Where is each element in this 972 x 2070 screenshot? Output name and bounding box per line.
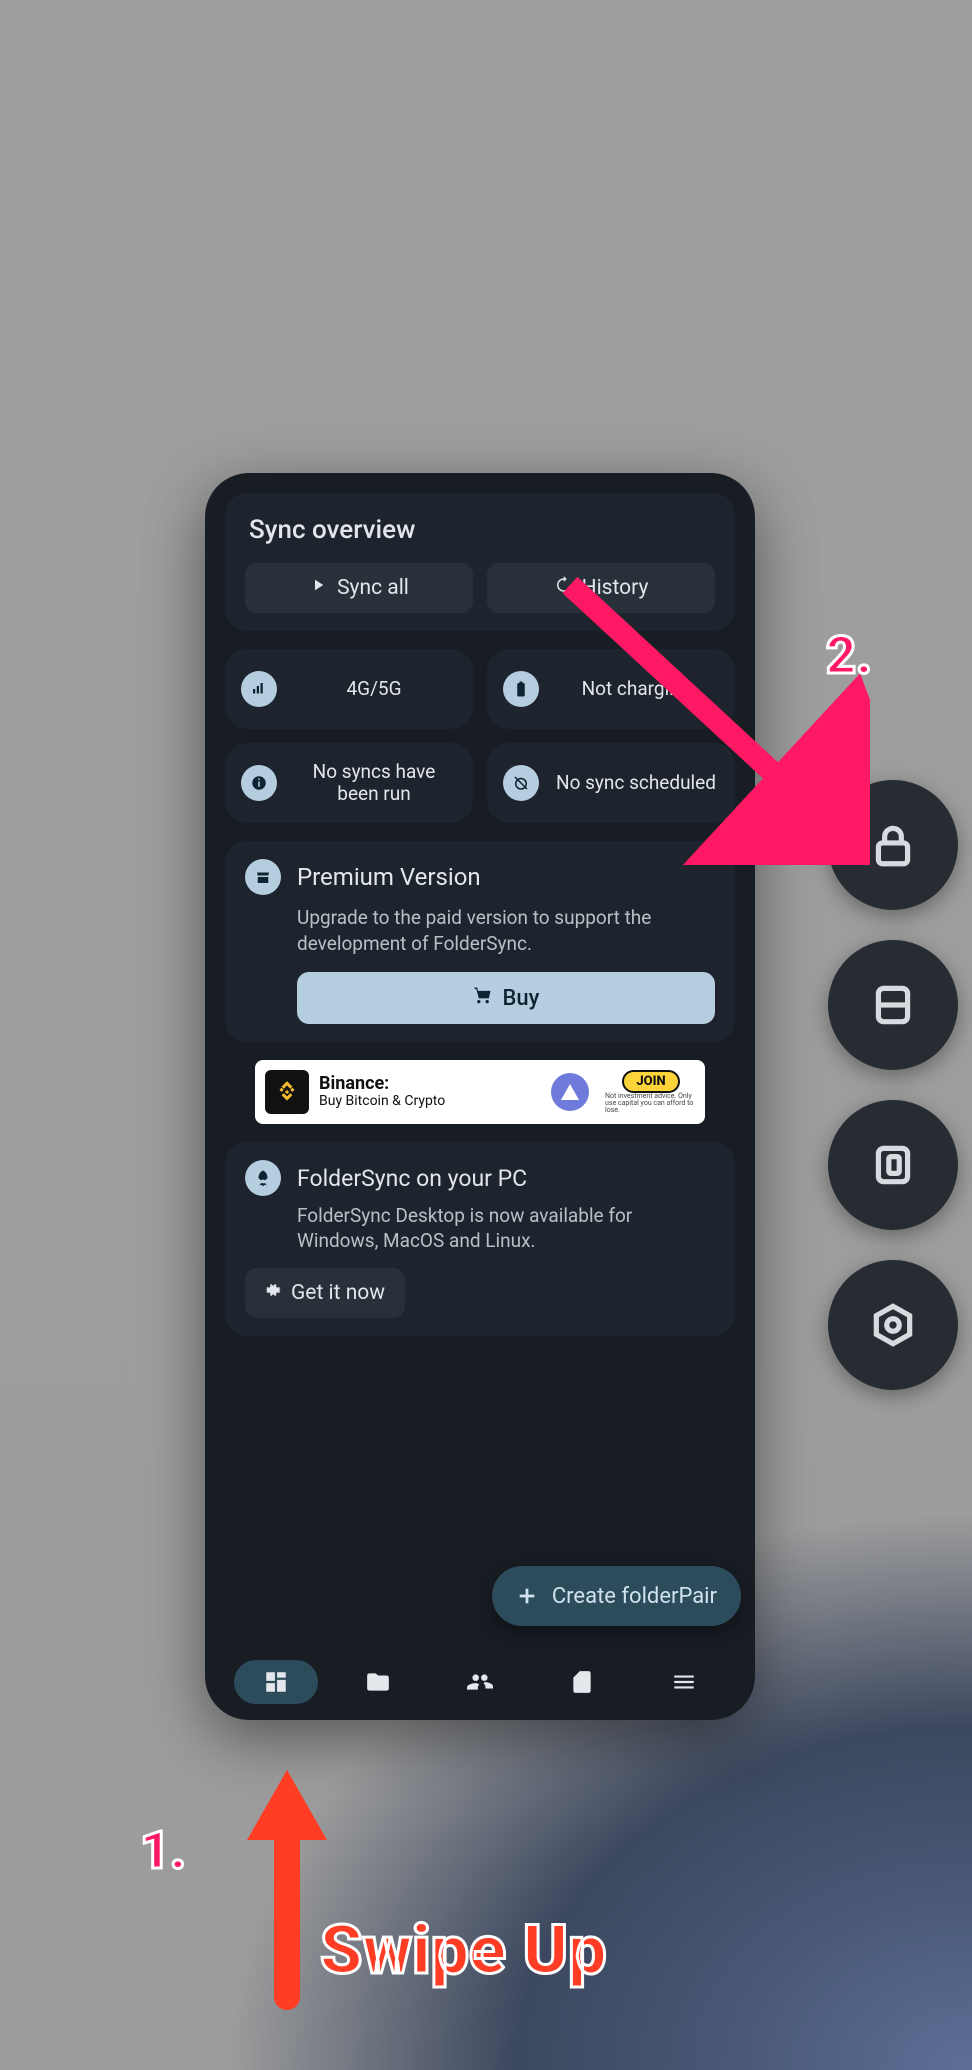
buy-label: Buy xyxy=(503,986,540,1011)
store-icon xyxy=(245,859,281,895)
annotation-swipe-arrow xyxy=(252,1770,322,2010)
nav-storage[interactable] xyxy=(540,1660,624,1704)
settings-button[interactable] xyxy=(828,1260,958,1390)
sync-all-button[interactable]: Sync all xyxy=(245,563,473,613)
nav-accounts[interactable] xyxy=(438,1660,522,1704)
fab-label: Create folderPair xyxy=(552,1584,717,1609)
nav-dashboard[interactable] xyxy=(234,1660,318,1704)
get-it-button[interactable]: Get it now xyxy=(245,1268,405,1318)
status-syncs: No syncs have been run xyxy=(225,743,473,823)
ethereum-icon xyxy=(551,1073,589,1111)
pc-card: FolderSync on your PC FolderSync Desktop… xyxy=(225,1142,735,1335)
annotation-step1: 1. xyxy=(140,1820,186,1881)
battery-icon xyxy=(503,671,539,707)
gear-icon xyxy=(265,1281,283,1305)
rocket-icon xyxy=(245,1160,281,1196)
lock-icon xyxy=(868,820,918,870)
signal-icon xyxy=(241,671,277,707)
nav-menu[interactable] xyxy=(642,1660,726,1704)
premium-body: Upgrade to the paid version to support t… xyxy=(297,905,715,956)
ad-cta[interactable]: JOIN xyxy=(622,1070,679,1093)
menu-icon xyxy=(671,1669,697,1695)
status-network-text: 4G/5G xyxy=(291,678,457,700)
cart-icon xyxy=(473,985,493,1011)
split-screen-icon xyxy=(868,980,918,1030)
dashboard-icon xyxy=(263,1669,289,1695)
annotation-arrow-to-lock xyxy=(560,575,870,865)
pc-body: FolderSync Desktop is now available for … xyxy=(297,1204,715,1253)
card-title: Sync overview xyxy=(249,515,715,545)
premium-title: Premium Version xyxy=(297,863,481,891)
status-syncs-text: No syncs have been run xyxy=(291,761,457,805)
create-folderpair-fab[interactable]: Create folderPair xyxy=(492,1566,741,1626)
pc-title: FolderSync on your PC xyxy=(297,1165,527,1192)
recents-side-actions xyxy=(828,780,958,1390)
ad-fineprint: Not investment advice. Only use capital … xyxy=(605,1093,695,1115)
premium-card: Premium Version Upgrade to the paid vers… xyxy=(225,841,735,1042)
ad-banner[interactable]: Binance: Buy Bitcoin & Crypto JOIN Not i… xyxy=(255,1060,705,1124)
annotation-step2: 2. xyxy=(826,625,872,686)
popup-window-button[interactable] xyxy=(828,1100,958,1230)
annotation-swipe-label: Swipe Up xyxy=(320,1910,606,1990)
buy-button[interactable]: Buy xyxy=(297,972,715,1024)
popup-window-icon xyxy=(868,1140,918,1190)
ad-title: Binance: xyxy=(319,1075,445,1094)
bottom-nav xyxy=(225,1644,735,1720)
alarm-off-icon xyxy=(503,765,539,801)
play-icon xyxy=(309,576,327,600)
ad-subtitle: Buy Bitcoin & Crypto xyxy=(319,1094,445,1109)
get-it-label: Get it now xyxy=(291,1281,385,1305)
hex-settings-icon xyxy=(868,1300,918,1350)
binance-icon xyxy=(265,1070,309,1114)
info-icon xyxy=(241,765,277,801)
ad-text: Binance: Buy Bitcoin & Crypto xyxy=(319,1075,445,1109)
split-screen-button[interactable] xyxy=(828,940,958,1070)
sync-all-label: Sync all xyxy=(337,576,409,600)
folder-icon xyxy=(365,1669,391,1695)
status-network: 4G/5G xyxy=(225,649,473,729)
nav-folders[interactable] xyxy=(336,1660,420,1704)
sd-card-icon xyxy=(569,1669,595,1695)
people-icon xyxy=(467,1669,493,1695)
